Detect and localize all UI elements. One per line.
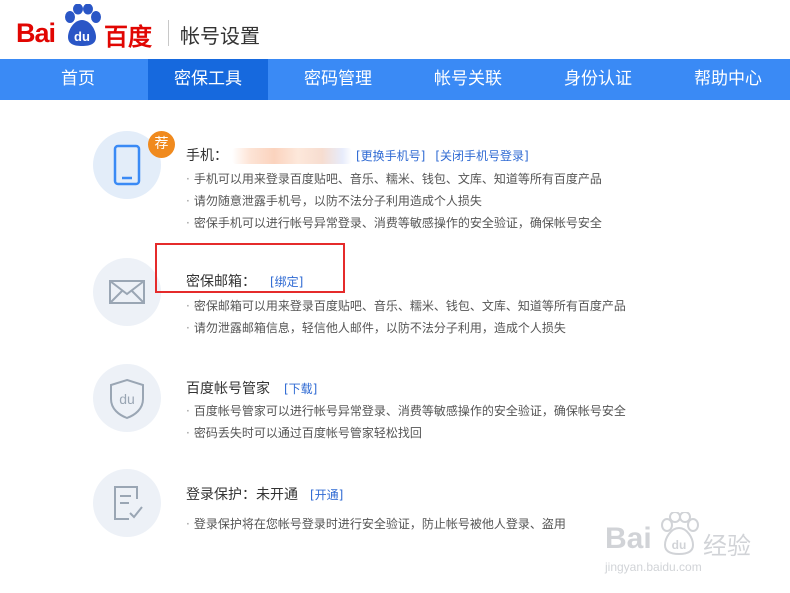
protect-icon-circle — [93, 469, 161, 537]
protect-label: 登录保护：未开通 — [186, 487, 298, 503]
logo-du-text: du — [74, 29, 90, 44]
download-manager-link[interactable]: [下载] — [284, 382, 317, 396]
logo-bai-text: Bai — [16, 18, 56, 48]
nav-home[interactable]: 首页 — [8, 59, 148, 100]
header: Bai du 百度 帐号设置 — [0, 0, 790, 58]
nav-password[interactable]: 密码管理 — [278, 59, 398, 100]
baidu-logo[interactable]: Bai du 百度 — [16, 4, 156, 52]
email-icon-circle — [93, 258, 161, 326]
manager-label: 百度帐号管家 — [186, 381, 270, 397]
checklist-icon — [114, 486, 143, 520]
phone-bullet-2: 请勿随意泄露手机号，以防不法分子利用造成个人损失 — [186, 192, 482, 209]
header-divider — [168, 20, 169, 46]
watermark-url: jingyan.baidu.com — [605, 560, 702, 574]
phone-number-blurred — [232, 148, 352, 164]
phone-label: 手机： — [186, 148, 228, 164]
logo-cn-text: 百度 — [104, 23, 152, 51]
enable-protect-link[interactable]: [开通] — [310, 488, 343, 502]
protect-row: 登录保护：未开通 [开通] — [186, 484, 343, 504]
nav-security-tools[interactable]: 密保工具 — [148, 59, 268, 100]
shield-du-text: du — [119, 391, 135, 407]
shield-icon: du — [110, 378, 144, 420]
phone-row: 手机： [更换手机号] [关闭手机号登录] — [186, 145, 529, 165]
watermark-paw-icon: du — [661, 512, 699, 556]
nav-help[interactable]: 帮助中心 — [668, 59, 788, 100]
protect-bullet-1: 登录保护将在您帐号登录时进行安全验证，防止帐号被他人登录、盗用 — [186, 515, 566, 532]
nav-account-link[interactable]: 帐号关联 — [408, 59, 528, 100]
email-bullet-2: 请勿泄露邮箱信息，轻信他人邮件，以防不法分子利用，造成个人损失 — [186, 319, 566, 336]
manager-row: 百度帐号管家 [下载] — [186, 378, 317, 398]
paw-logo-icon: du — [65, 4, 101, 46]
manager-bullet-2: 密码丢失时可以通过百度帐号管家轻松找回 — [186, 424, 422, 441]
manager-bullet-1: 百度帐号管家可以进行帐号异常登录、消费等敏感操作的安全验证，确保帐号安全 — [186, 402, 626, 419]
phone-bullet-3: 密保手机可以进行帐号异常登录、消费等敏感操作的安全验证，确保帐号安全 — [186, 214, 602, 231]
jingyan-watermark: Bai du 经验 jingyan.baidu.com — [605, 508, 785, 588]
change-phone-link[interactable]: [更换手机号] — [356, 149, 425, 163]
page-title: 帐号设置 — [180, 24, 260, 48]
main-nav: 首页 密保工具 密码管理 帐号关联 身份认证 帮助中心 — [0, 59, 790, 100]
watermark-bai: Bai — [605, 522, 652, 555]
manager-icon-circle: du — [93, 364, 161, 432]
recommend-badge: 荐 — [148, 131, 175, 158]
email-bullet-1: 密保邮箱可以用来登录百度贴吧、音乐、糯米、钱包、文库、知道等所有百度产品 — [186, 297, 626, 314]
mail-icon — [109, 280, 145, 304]
phone-bullet-1: 手机可以用来登录百度贴吧、音乐、糯米、钱包、文库、知道等所有百度产品 — [186, 170, 602, 187]
watermark-du: du — [672, 538, 687, 552]
nav-identity[interactable]: 身份认证 — [538, 59, 658, 100]
highlight-box — [155, 243, 345, 293]
close-phone-login-link[interactable]: [关闭手机号登录] — [435, 149, 528, 163]
watermark-cn: 经验 — [703, 532, 751, 560]
